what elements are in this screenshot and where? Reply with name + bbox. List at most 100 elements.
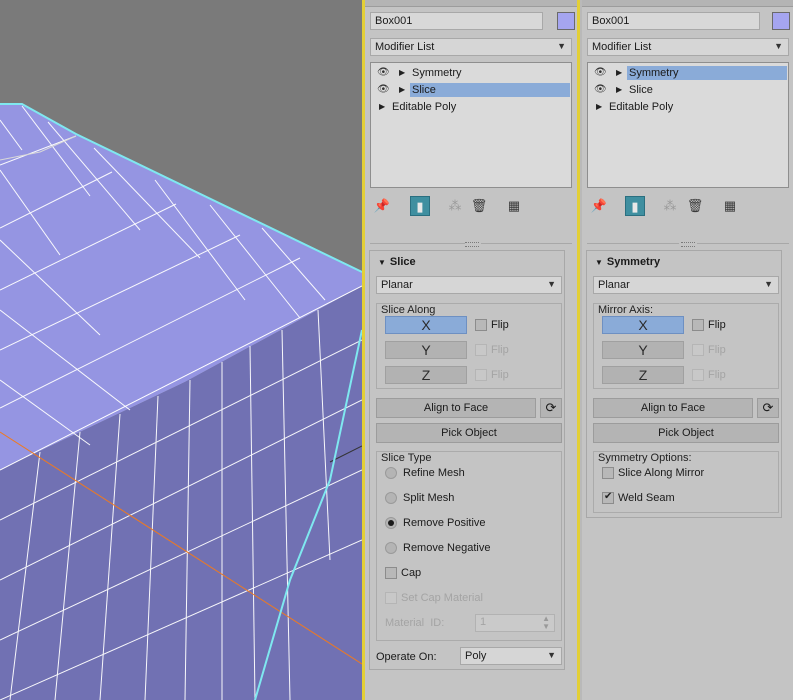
eye-icon[interactable]: 👁	[377, 84, 390, 95]
make-unique-icon[interactable]: ⁂	[660, 196, 680, 216]
slice-type-group: Slice Type Refine Mesh Split Mesh Remove…	[376, 451, 562, 641]
separator	[697, 243, 789, 244]
material-id-label: Material ID:	[385, 617, 445, 629]
radio-label: Remove Positive	[403, 517, 486, 529]
symmetry-options-group: Symmetry Options: Slice Along Mirror Wel…	[593, 451, 779, 513]
configure-modifier-sets-icon[interactable]: ▦	[504, 196, 524, 216]
stack-toolbar: 📌 ▮ ⁂ 🗑 ▦	[582, 196, 793, 218]
object-name-field[interactable]: Box001	[370, 12, 543, 30]
pick-object-button[interactable]: Pick Object	[376, 423, 562, 443]
chevron-down-icon: ▼	[774, 41, 783, 51]
resize-grip-icon[interactable]	[681, 242, 695, 247]
stack-item-label: Editable Poly	[392, 101, 457, 113]
stack-item-slice[interactable]: 👁 ▶ Slice	[372, 82, 570, 98]
object-color-swatch[interactable]	[557, 12, 575, 30]
radio-label: Remove Negative	[403, 542, 491, 554]
expand-triangle-icon[interactable]: ▶	[596, 102, 602, 111]
symmetry-mode-value: Planar	[598, 279, 630, 291]
rollout-header[interactable]: ▼ Slice	[378, 256, 416, 268]
material-id-value: 1	[480, 616, 487, 628]
expand-triangle-icon[interactable]: ▶	[616, 85, 622, 94]
pick-object-button[interactable]: Pick Object	[593, 423, 779, 443]
expand-triangle-icon[interactable]: ▶	[399, 68, 405, 77]
axis-x-button[interactable]: X	[385, 316, 467, 334]
eye-icon[interactable]: 👁	[377, 67, 390, 78]
pin-stack-icon[interactable]: 📌	[372, 196, 392, 216]
panel-tabs[interactable]	[365, 0, 577, 7]
stack-item-editable-poly[interactable]: ▶ Editable Poly	[372, 99, 570, 115]
operate-on-value: Poly	[465, 650, 487, 662]
make-unique-icon[interactable]: ⁂	[445, 196, 465, 216]
slice-mode-value: Planar	[381, 279, 413, 291]
align-to-face-button[interactable]: Align to Face	[593, 398, 753, 418]
remove-modifier-icon[interactable]: 🗑	[469, 196, 489, 216]
stack-item-symmetry[interactable]: 👁 ▶ Symmetry	[589, 65, 787, 81]
resize-grip-icon[interactable]	[465, 242, 479, 247]
flip-label: Flip	[708, 369, 726, 381]
slice-mode-dropdown[interactable]: Planar ▼	[376, 276, 562, 294]
axis-y-button[interactable]: Y	[385, 341, 467, 359]
modifier-list-dropdown[interactable]: Modifier List ▼	[370, 38, 572, 56]
reset-refresh-icon[interactable]: ⟳	[757, 398, 779, 418]
slice-along-mirror-label: Slice Along Mirror	[618, 467, 705, 479]
modifier-list-label: Modifier List	[592, 41, 652, 53]
panel-divider[interactable]	[577, 0, 580, 700]
flip-label: Flip	[708, 344, 726, 356]
radio-label: Refine Mesh	[403, 467, 465, 479]
stack-item-editable-poly[interactable]: ▶ Editable Poly	[589, 99, 787, 115]
modifier-list-dropdown[interactable]: Modifier List ▼	[587, 38, 789, 56]
chevron-down-icon: ▼	[557, 41, 566, 51]
material-id-spinner: 1 ▲ ▼	[475, 614, 555, 632]
object-color-swatch[interactable]	[772, 12, 790, 30]
operate-on-label: Operate On:	[376, 651, 437, 663]
panel-tabs[interactable]	[582, 0, 793, 7]
eye-icon[interactable]: 👁	[594, 84, 607, 95]
configure-modifier-sets-icon[interactable]: ▦	[720, 196, 740, 216]
rollout-title: Symmetry	[606, 256, 661, 268]
chevron-down-icon: ▼	[547, 650, 556, 660]
show-end-result-icon[interactable]: ▮	[625, 196, 645, 216]
stack-item-slice[interactable]: 👁 ▶ Slice	[589, 82, 787, 98]
modifier-stack[interactable]: 👁 ▶ Symmetry 👁 ▶ Slice ▶ Editable Poly	[587, 62, 789, 188]
separator	[370, 243, 465, 244]
stack-item-label: Symmetry	[412, 67, 462, 79]
reset-refresh-icon[interactable]: ⟳	[540, 398, 562, 418]
operate-on-dropdown[interactable]: Poly ▼	[460, 647, 562, 665]
axis-x-button[interactable]: X	[602, 316, 684, 334]
symmetry-options-label: Symmetry Options:	[598, 452, 692, 464]
cap-label: Cap	[401, 567, 422, 579]
modifier-stack[interactable]: 👁 ▶ Symmetry 👁 ▶ Slice ▶ Editable Poly	[370, 62, 572, 188]
axis-z-button[interactable]: Z	[602, 366, 684, 384]
collapse-triangle-icon: ▼	[378, 258, 386, 267]
expand-triangle-icon[interactable]: ▶	[399, 85, 405, 94]
stack-item-symmetry[interactable]: 👁 ▶ Symmetry	[372, 65, 570, 81]
rollout-header[interactable]: ▼ Symmetry	[595, 256, 660, 268]
mirror-axis-group: Mirror Axis: X Flip Y Flip Z Flip	[593, 303, 779, 389]
stack-item-label: Symmetry	[627, 66, 787, 80]
chevron-down-icon: ▼	[547, 279, 556, 289]
radio-label: Split Mesh	[403, 492, 455, 504]
flip-label: Flip	[491, 369, 509, 381]
axis-z-button[interactable]: Z	[385, 366, 467, 384]
axis-y-button[interactable]: Y	[602, 341, 684, 359]
object-name-field[interactable]: Box001	[587, 12, 760, 30]
eye-icon[interactable]: 👁	[594, 67, 607, 78]
separator	[481, 243, 572, 244]
flip-label: Flip	[491, 319, 509, 331]
symmetry-mode-dropdown[interactable]: Planar ▼	[593, 276, 779, 294]
flip-label: Flip	[491, 344, 509, 356]
box-mesh-render	[0, 103, 362, 700]
expand-triangle-icon[interactable]: ▶	[379, 102, 385, 111]
show-end-result-icon[interactable]: ▮	[410, 196, 430, 216]
expand-triangle-icon[interactable]: ▶	[616, 68, 622, 77]
pin-stack-icon[interactable]: 📌	[589, 196, 609, 216]
command-panel-right: Box001 Modifier List ▼ 👁 ▶ Symmetry 👁 ▶ …	[582, 0, 793, 700]
mirror-axis-label: Mirror Axis:	[598, 304, 653, 316]
viewport[interactable]	[0, 0, 362, 700]
stack-toolbar: 📌 ▮ ⁂ 🗑 ▦	[365, 196, 577, 218]
spinner-arrows-icon: ▲ ▼	[542, 614, 550, 631]
align-to-face-button[interactable]: Align to Face	[376, 398, 536, 418]
chevron-down-icon: ▼	[764, 279, 773, 289]
command-panel-left: Box001 Modifier List ▼ 👁 ▶ Symmetry 👁 ▶ …	[365, 0, 577, 700]
remove-modifier-icon[interactable]: 🗑	[685, 196, 705, 216]
